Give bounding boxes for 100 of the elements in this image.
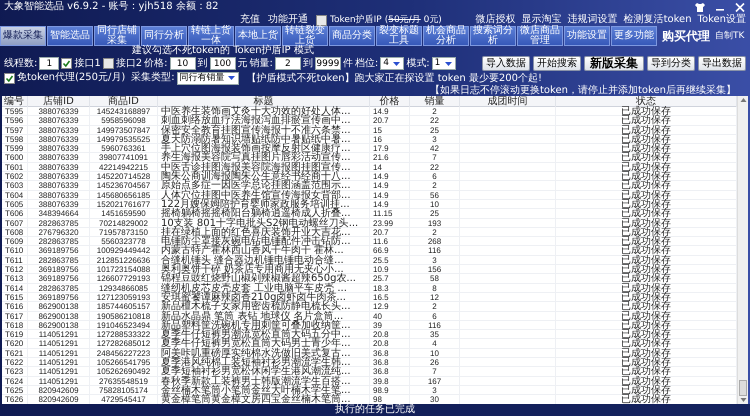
table-cell: 149973507847	[90, 126, 158, 135]
dropdown[interactable]: 1	[432, 57, 456, 70]
table-cell: T616	[2, 302, 28, 312]
table-cell: T618	[2, 320, 28, 330]
table-cell: 145220714528	[90, 172, 158, 182]
input-field[interactable]: 1	[39, 57, 60, 70]
button[interactable]: 导入数据	[482, 56, 530, 71]
tab[interactable]: 同行店铺采集	[94, 26, 140, 46]
table-cell: 12.9	[370, 302, 410, 312]
table-cell: 114051291	[28, 358, 90, 368]
table-cell: 金丝楠木笔筒小笔筒金丝大叶楠木学生笔...	[158, 386, 370, 395]
tab[interactable]: 本地上货	[235, 26, 281, 46]
table-cell: 114051291	[28, 348, 90, 358]
table-cell: 25.7	[370, 274, 410, 284]
tab[interactable]: 搜索词分析	[470, 26, 516, 46]
table-cell: 8	[410, 284, 460, 293]
tab[interactable]: 机会商品分析	[423, 26, 469, 46]
table-cell: 5958596098	[90, 116, 158, 126]
button[interactable]: 新版采集	[584, 56, 644, 71]
table-cell: 348394664	[28, 209, 90, 218]
checkbox-label: 免token代理(250元/月)	[17, 72, 126, 84]
menu-link[interactable]: Token设置	[698, 14, 746, 26]
table-cell: T606	[2, 209, 28, 218]
caret-icon[interactable]	[444, 60, 453, 66]
tab[interactable]: 转链上货一体	[188, 26, 234, 46]
caret-icon[interactable]	[392, 60, 402, 66]
table-cell: 中医舌诊挂图海报美容院海报图挂图宣传...	[158, 162, 370, 172]
menu-link[interactable]: 检测复活token	[624, 14, 692, 26]
table-cell: 5960763361	[90, 144, 158, 154]
table-cell: 6	[410, 172, 460, 182]
table-cell: 388076339	[28, 153, 90, 162]
tab[interactable]: 智能选品	[47, 26, 93, 46]
tab[interactable]: 微店商品管理	[517, 26, 563, 46]
table-cell: 369189756	[28, 246, 90, 256]
scrollbar[interactable]	[737, 96, 748, 404]
button[interactable]: 导出数据	[698, 56, 746, 71]
table-cell: 820942609	[28, 386, 90, 395]
close-icon[interactable]	[734, 2, 746, 12]
input-field[interactable]: 9999	[314, 57, 341, 70]
shirt-icon[interactable]	[694, 2, 706, 12]
tab[interactable]: 同行分析	[141, 26, 187, 46]
table-cell: 内蒙古特产霍林西山香风干牛肉干 霍林...	[158, 246, 370, 256]
dropdown[interactable]: 4	[380, 57, 404, 70]
menu-link[interactable]: 违规词设置	[568, 14, 618, 26]
tab[interactable]: 裂变标题工具	[376, 26, 422, 46]
checkbox[interactable]	[4, 72, 15, 84]
table-cell: 夏季短袖衬衫男宽松休闲学生港风潮流纯...	[158, 367, 370, 376]
table-cell: 7	[410, 153, 460, 162]
column-header[interactable]: 销量	[410, 96, 460, 107]
notice-text: 【护盾模式不死token】跑大家正在探设置 token 最少要200个起!	[246, 72, 542, 84]
table-cell: 22	[410, 162, 460, 172]
table-cell: 10	[410, 200, 460, 209]
column-header[interactable]: 编号	[2, 96, 28, 107]
input-field[interactable]: 2	[274, 57, 301, 70]
table-cell: 10.9	[370, 265, 410, 274]
table-cell: T600	[2, 153, 28, 162]
table-cell: 保密安全教育挂图宣传海报十不准六条禁...	[158, 126, 370, 135]
menu-link[interactable]: 购买代理	[662, 29, 710, 43]
field-label: 模式:	[406, 58, 430, 70]
menu-link[interactable]: 微店授权	[476, 14, 516, 26]
table-cell: 268	[410, 237, 460, 246]
table-cell: 388076339	[28, 116, 90, 126]
checkbox[interactable]	[61, 58, 72, 69]
tab[interactable]: 商品分类	[329, 26, 375, 46]
checkbox[interactable]	[102, 58, 114, 69]
button[interactable]: 导到分类	[647, 56, 695, 71]
table-cell: 25.5	[370, 256, 410, 265]
table-cell: 36.8	[370, 348, 410, 358]
scroll-up-icon[interactable]	[738, 96, 748, 104]
table-cell: 14	[370, 162, 410, 172]
checkbox[interactable]	[316, 14, 327, 26]
menu-link[interactable]: 功能开通	[268, 14, 308, 26]
table-cell: T620	[2, 339, 28, 348]
table-cell: 862900138	[28, 312, 90, 321]
button[interactable]: 开始搜索	[533, 56, 581, 71]
menu-link[interactable]: 自制TK	[715, 30, 744, 42]
tab[interactable]: 爆款采集	[0, 26, 46, 46]
table-cell: 缝纫机皮芯皮壳皮套 工业电脑平车皮壳 ...	[158, 284, 370, 293]
scrollbar-thumb[interactable]	[739, 380, 747, 396]
column-header[interactable]: 标题	[158, 96, 370, 107]
tab[interactable]: 转链裂变上货	[282, 26, 328, 46]
input-field[interactable]: 100	[210, 57, 236, 70]
table-cell: 56	[410, 190, 460, 200]
table-cell: T625	[2, 386, 28, 395]
tab[interactable]: 更多功能	[611, 26, 657, 46]
table-cell: 40	[370, 312, 410, 321]
caret-icon[interactable]	[226, 75, 236, 81]
dropdown[interactable]: 同行有销量	[176, 72, 239, 84]
column-header[interactable]: 价格	[370, 96, 410, 107]
table-cell: 100929449442	[90, 246, 158, 256]
menu-link[interactable]: 显示淘宝	[522, 14, 562, 26]
input-field[interactable]: 10	[170, 57, 196, 70]
tab[interactable]: 功能设置	[564, 26, 610, 46]
table-cell: 25	[410, 209, 460, 218]
table-cell: 22	[410, 116, 460, 126]
column-header[interactable]: 成团时间	[460, 96, 556, 107]
table-cell: 7	[410, 367, 460, 376]
menu-link[interactable]: 充值	[240, 14, 260, 26]
table-cell: 摇椅躺椅摇摇椅阳台躺椅逍遥椅成人折叠...	[158, 209, 370, 218]
table-cell: 71957873150	[90, 228, 158, 237]
